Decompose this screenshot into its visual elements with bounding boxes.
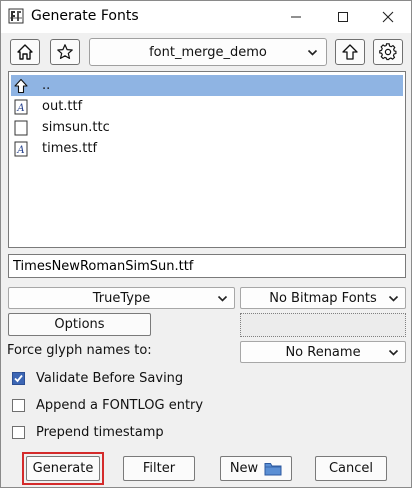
timestamp-checkbox-label: Prepend timestamp [36,424,164,440]
bitmap-format-value: No Bitmap Fonts [269,290,377,306]
bitmap-sizes-field[interactable] [240,313,406,337]
fontforge-app-icon [8,8,24,24]
filename-input[interactable] [8,254,406,278]
options-button-label: Options [54,317,105,332]
checkmark-icon [14,374,23,382]
validate-checkbox-label: Validate Before Saving [36,370,184,386]
timestamp-checkbox[interactable] [12,425,25,439]
file-list[interactable]: .. A out.ttf simsun.ttc A times.ttf [8,71,406,248]
title-bar: Generate Fonts [1,1,411,33]
chevron-down-icon [217,295,228,302]
svg-text:A: A [16,145,24,156]
list-item[interactable]: A times.ttf [11,138,403,159]
list-item[interactable]: A out.ttf [11,96,403,117]
prepend-timestamp-option[interactable]: Prepend timestamp [12,423,164,441]
up-arrow-icon [342,44,358,60]
maximize-icon [338,12,348,22]
chevron-down-icon [388,349,399,356]
outline-format-select[interactable]: TrueType [8,287,235,309]
parent-dir-icon [14,78,28,93]
bookmark-button[interactable] [50,39,80,65]
directory-select[interactable]: font_merge_demo [89,38,327,66]
cancel-button-label: Cancel [328,461,374,476]
cancel-button[interactable]: Cancel [315,456,387,481]
options-button[interactable]: Options [8,313,151,336]
folder-icon [264,462,282,475]
maximize-button[interactable] [320,1,366,33]
svg-text:A: A [16,103,24,114]
new-button-label: New [229,461,259,476]
glyph-rename-value: No Rename [285,344,361,360]
close-icon [382,11,394,23]
bitmap-format-select[interactable]: No Bitmap Fonts [240,287,406,309]
minimize-icon [291,16,301,18]
blank-file-icon [14,120,28,135]
minimize-button[interactable] [273,1,319,33]
list-item[interactable]: simsun.ttc [11,117,403,138]
fontlog-checkbox[interactable] [12,398,25,412]
parent-directory-button[interactable] [335,39,365,65]
gear-icon [379,43,397,61]
generate-button-label: Generate [32,461,94,476]
chevron-down-icon [388,295,399,302]
generate-fonts-dialog: Generate Fonts font_merge_demo .. A out.… [0,0,412,488]
list-item[interactable]: .. [11,75,403,96]
file-name: out.ttf [42,99,83,114]
directory-select-value: font_merge_demo [149,44,267,60]
glyph-rename-select[interactable]: No Rename [240,341,406,363]
generate-button[interactable]: Generate [26,456,100,481]
force-glyph-names-label: Force glyph names to: [7,343,152,358]
validate-checkbox[interactable] [12,371,25,385]
validate-before-saving-option[interactable]: Validate Before Saving [12,369,183,387]
filter-button[interactable]: Filter [123,456,195,481]
file-name: .. [42,78,51,93]
font-file-icon: A [14,99,28,114]
close-window-button[interactable] [365,1,411,33]
new-folder-button[interactable]: New [220,456,292,481]
window-title: Generate Fonts [31,8,139,24]
settings-button[interactable] [373,39,403,65]
file-name: times.ttf [42,141,98,156]
file-name: simsun.ttc [42,120,110,135]
star-icon [57,44,73,59]
filter-button-label: Filter [142,461,176,476]
outline-format-value: TrueType [92,290,151,306]
append-fontlog-option[interactable]: Append a FONTLOG entry [12,396,203,414]
font-file-icon: A [14,141,28,156]
home-button[interactable] [10,39,40,65]
chevron-down-icon [307,49,318,56]
home-icon [17,44,33,60]
fontlog-checkbox-label: Append a FONTLOG entry [36,397,204,413]
